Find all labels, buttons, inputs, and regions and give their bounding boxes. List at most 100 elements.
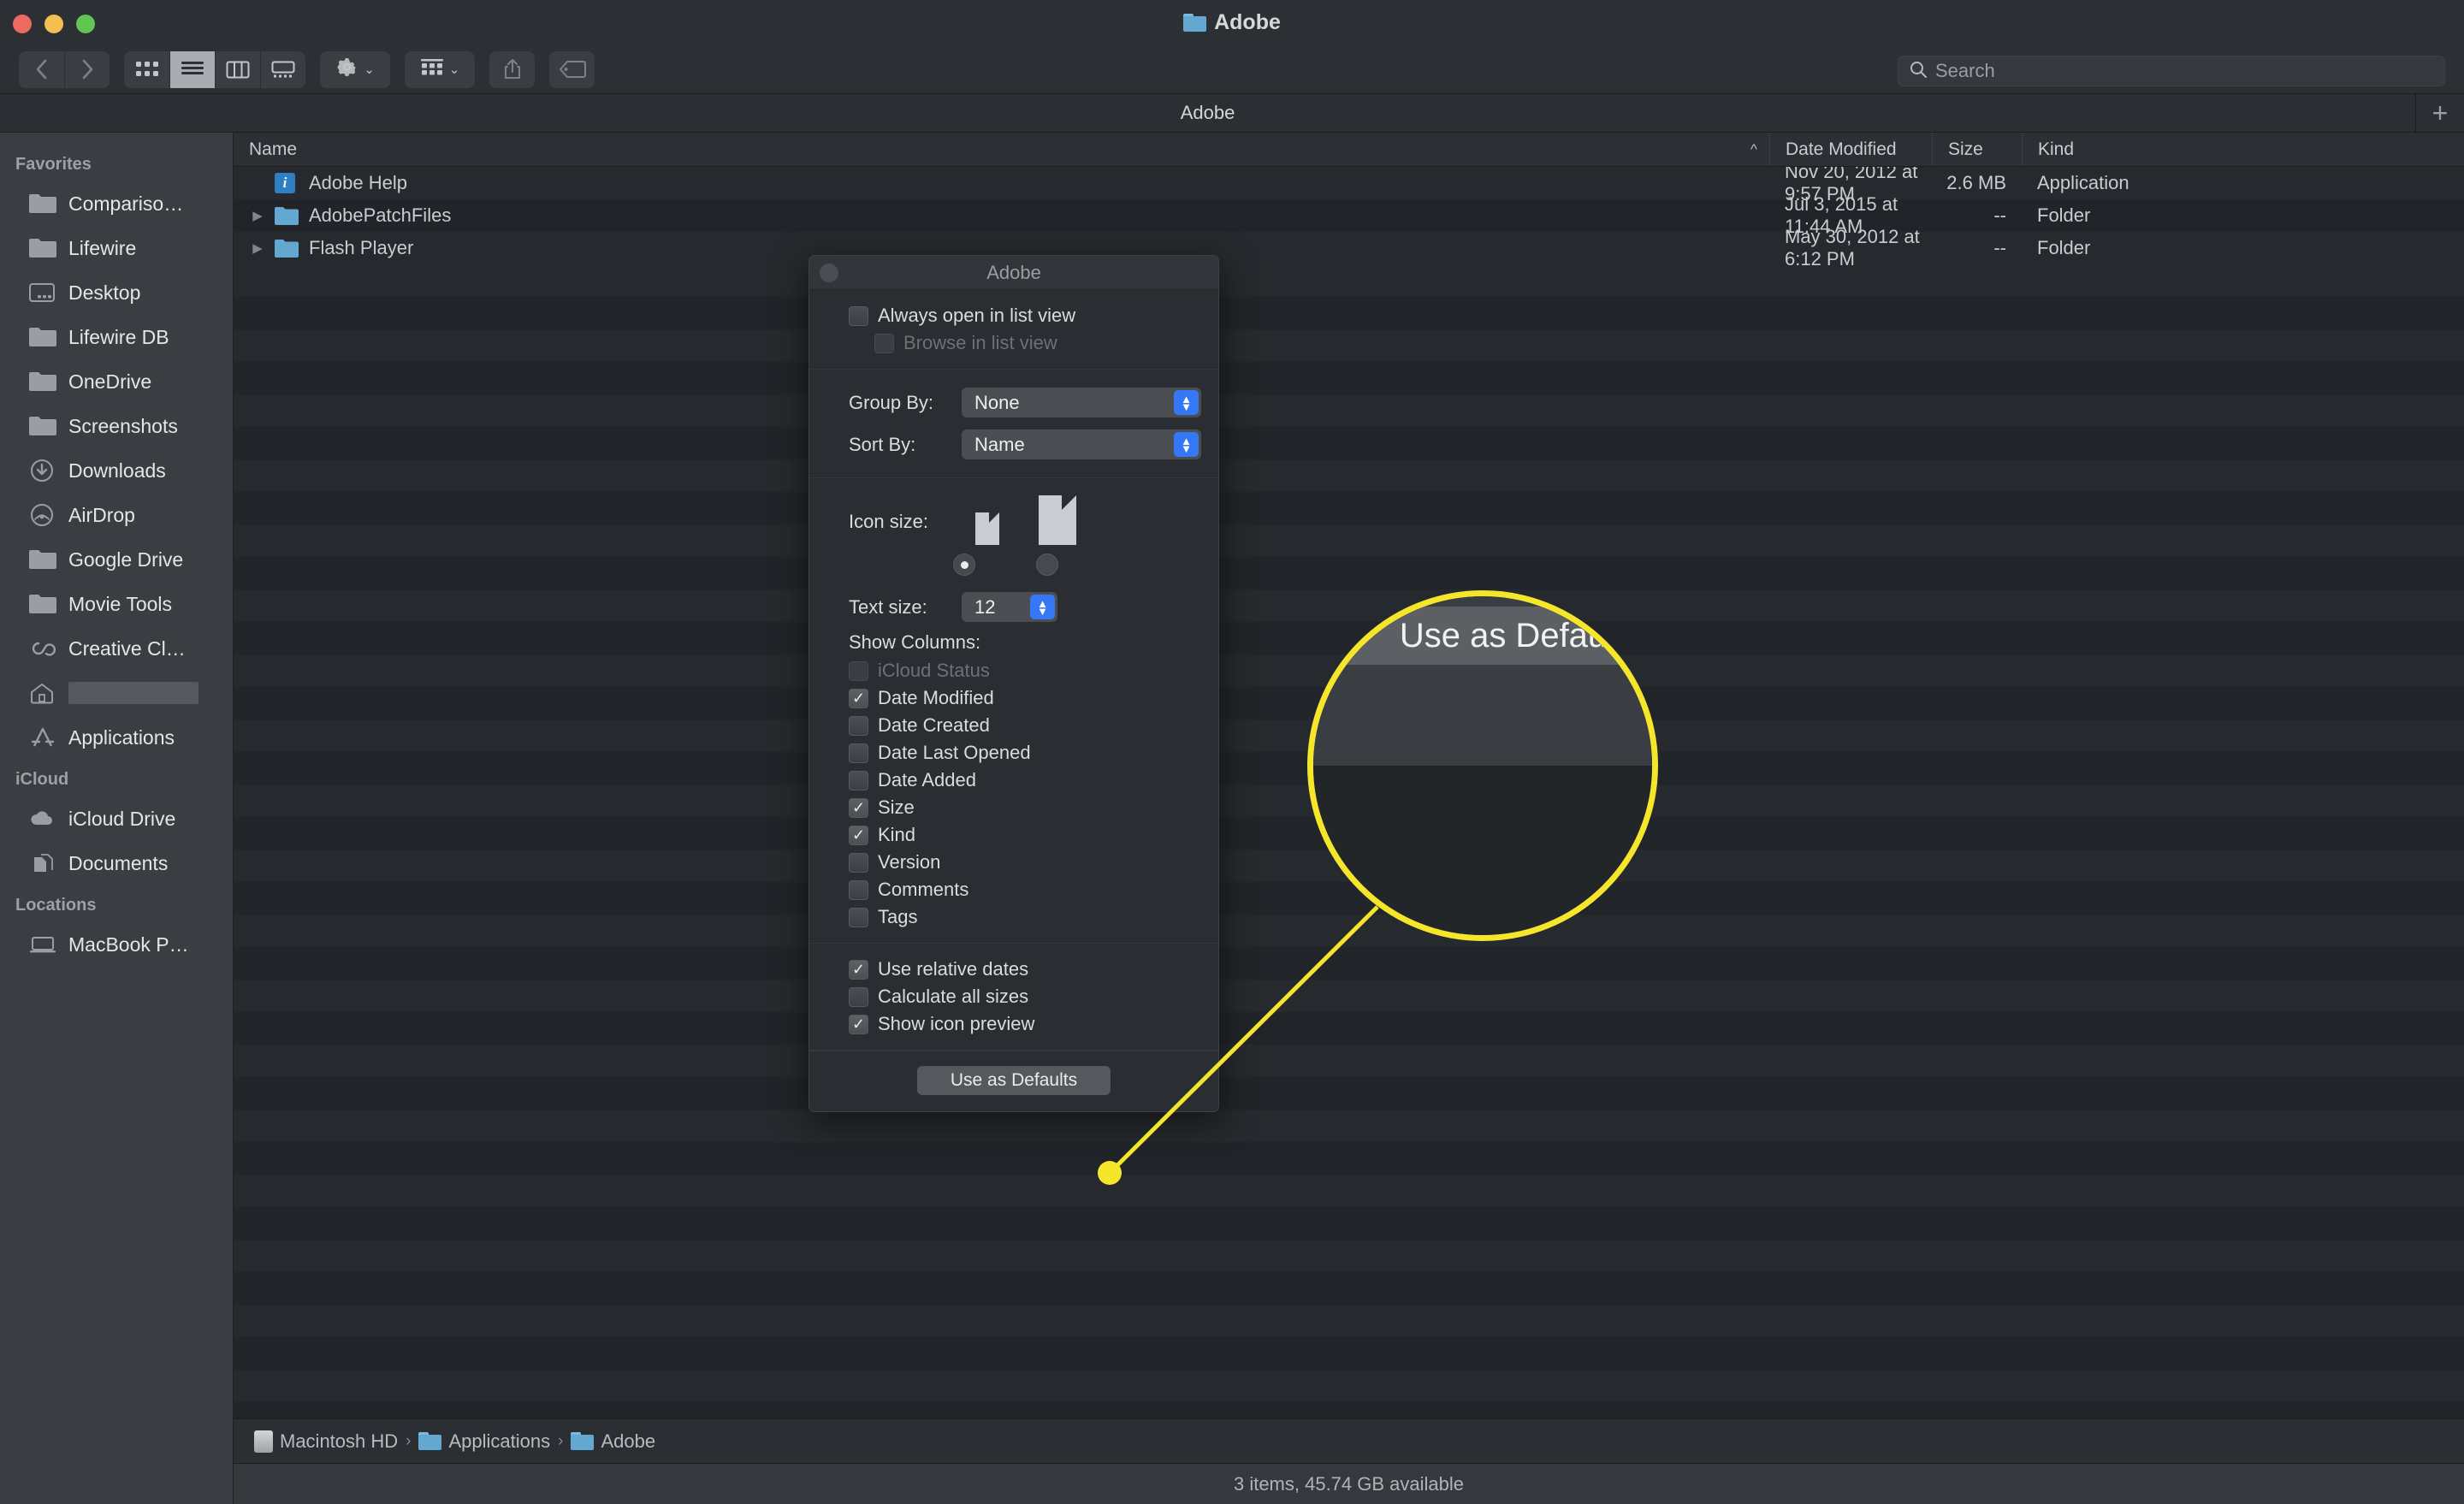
sidebar-item-airdrop[interactable]: AirDrop xyxy=(0,493,233,537)
sidebar-item-applications[interactable]: Applications xyxy=(0,715,233,760)
row-name-label: AdobePatchFiles xyxy=(309,204,452,226)
share-button[interactable] xyxy=(489,50,535,88)
group-items-button[interactable]: ⌄ xyxy=(405,50,475,88)
new-tab-button[interactable]: + xyxy=(2416,94,2464,132)
sidebar-item-home[interactable] xyxy=(0,671,233,715)
sidebar-item-movie-tools[interactable]: Movie Tools xyxy=(0,582,233,626)
sidebar-item-icloud-drive[interactable]: iCloud Drive xyxy=(0,796,233,841)
sidebar-item-label: Lifewire DB xyxy=(68,325,169,348)
breadcrumb-applications[interactable]: Applications xyxy=(418,1430,550,1453)
gear-icon xyxy=(335,56,358,83)
documents-icon xyxy=(28,851,57,875)
disclosure-triangle-icon[interactable]: ▶ xyxy=(249,208,266,223)
laptop-icon xyxy=(28,933,57,956)
sidebar-item-comparisons[interactable]: Compariso… xyxy=(0,181,233,226)
sidebar-item-label: Creative Cl… xyxy=(68,637,186,660)
sort-by-select[interactable]: Name ▲ ▼ xyxy=(962,429,1201,459)
row-name-cell: ▶ AdobePatchFiles xyxy=(234,204,1769,227)
large-icon-preview xyxy=(1039,495,1076,545)
sidebar-item-label: Compariso… xyxy=(68,192,184,215)
sidebar-item-screenshots[interactable]: Screenshots xyxy=(0,404,233,448)
checkbox-label: Kind xyxy=(878,824,916,845)
empty-row xyxy=(234,557,2464,589)
action-menu-button[interactable]: ⌄ xyxy=(320,50,390,88)
checkbox-date-added[interactable]: Date Added xyxy=(809,767,1218,794)
tab-adobe[interactable]: Adobe xyxy=(0,94,2416,132)
icon-size-radios xyxy=(809,554,1218,576)
breadcrumb-label: Macintosh HD xyxy=(280,1430,399,1452)
checkbox-label: Comments xyxy=(878,879,969,900)
checkbox-icon xyxy=(849,660,868,681)
text-size-select[interactable]: 12 ▲ ▼ xyxy=(962,592,1057,622)
folder-icon xyxy=(28,414,57,438)
radio-large-icon-size[interactable] xyxy=(1036,554,1058,576)
column-view-button[interactable] xyxy=(215,50,260,88)
tags-button[interactable] xyxy=(549,50,595,88)
sort-by-row: Sort By: Name ▲ ▼ xyxy=(809,423,1218,465)
back-button[interactable] xyxy=(19,50,64,88)
column-header-size[interactable]: Size xyxy=(1932,133,2022,166)
breadcrumb-macintosh-hd[interactable]: Macintosh HD xyxy=(254,1430,398,1453)
breadcrumb-adobe[interactable]: Adobe xyxy=(571,1430,655,1453)
search-input[interactable] xyxy=(1935,60,2434,82)
sidebar-item-lifewire-db[interactable]: Lifewire DB xyxy=(0,315,233,359)
checkbox-icon xyxy=(849,743,868,763)
checkbox-date-last-opened[interactable]: Date Last Opened xyxy=(809,739,1218,767)
icon-view-button[interactable] xyxy=(124,50,169,88)
search-field[interactable] xyxy=(1898,56,2445,86)
forward-button[interactable] xyxy=(64,50,110,88)
table-row[interactable]: ▶ AdobePatchFiles Jul 3, 2015 at 11:44 A… xyxy=(234,193,2464,237)
sidebar-item-documents[interactable]: Documents xyxy=(0,841,233,885)
info-app-icon: i xyxy=(275,173,300,193)
sidebar-item-google-drive[interactable]: Google Drive xyxy=(0,537,233,582)
breadcrumb-separator: › xyxy=(406,1431,412,1450)
checkbox-show-icon-preview[interactable]: ✓ Show icon preview xyxy=(809,1010,1218,1038)
column-header-date-modified[interactable]: Date Modified xyxy=(1769,133,1932,166)
column-header-name[interactable]: Name ^ xyxy=(234,133,1769,166)
checkbox-label: Date Modified xyxy=(878,687,994,708)
checkbox-use-relative-dates[interactable]: ✓ Use relative dates xyxy=(809,956,1218,983)
minimize-window-button[interactable] xyxy=(44,15,63,33)
group-items-icon xyxy=(420,58,444,81)
column-header-label: Kind xyxy=(2038,139,2075,159)
sidebar-item-downloads[interactable]: Downloads xyxy=(0,448,233,493)
radio-small-icon-size[interactable] xyxy=(953,554,975,576)
checkbox-tags[interactable]: Tags xyxy=(809,903,1218,931)
checkbox-size[interactable]: ✓ Size xyxy=(809,794,1218,821)
column-header-kind[interactable]: Kind xyxy=(2022,133,2464,166)
empty-row xyxy=(234,1240,2464,1272)
checkbox-date-modified[interactable]: ✓ Date Modified xyxy=(809,684,1218,712)
sort-by-label: Sort By: xyxy=(849,433,916,455)
checkbox-calculate-all-sizes[interactable]: Calculate all sizes xyxy=(809,983,1218,1010)
table-row[interactable]: i Adobe Help Nov 20, 2012 at 9:57 PM 2.6… xyxy=(234,167,2464,204)
group-by-select[interactable]: None ▲ ▼ xyxy=(962,388,1201,417)
table-row[interactable]: ▶ Flash Player May 30, 2012 at 6:12 PM -… xyxy=(234,226,2464,269)
chevron-updown-icon: ▲ ▼ xyxy=(1174,390,1199,415)
use-as-defaults-button[interactable]: Use as Defaults xyxy=(917,1066,1111,1095)
view-options-titlebar: Adobe xyxy=(809,256,1218,290)
checkbox-always-open-in-list-view[interactable]: Always open in list view xyxy=(809,302,1218,329)
checkbox-kind[interactable]: ✓ Kind xyxy=(809,821,1218,849)
zoom-window-button[interactable] xyxy=(76,15,95,33)
chevron-down-icon: ⌄ xyxy=(364,62,375,77)
magnified-use-as-defaults-button[interactable]: Use as Defaults xyxy=(1327,607,1652,665)
checkbox-label: Version xyxy=(878,851,941,873)
checkbox-icon: ✓ xyxy=(849,1014,868,1034)
checkbox-date-created[interactable]: Date Created xyxy=(809,712,1218,739)
close-window-button[interactable] xyxy=(13,15,32,33)
close-icon[interactable] xyxy=(820,263,838,282)
list-view-button[interactable] xyxy=(169,50,215,88)
checkbox-version[interactable]: Version xyxy=(809,849,1218,876)
gallery-view-button[interactable] xyxy=(260,50,305,88)
sidebar-item-creative-cloud[interactable]: Creative Cl… xyxy=(0,626,233,671)
chevron-updown-icon: ▲ ▼ xyxy=(1174,432,1199,457)
sidebar-item-lifewire[interactable]: Lifewire xyxy=(0,226,233,270)
sidebar-item-desktop[interactable]: Desktop xyxy=(0,270,233,315)
disclosure-triangle-icon[interactable]: ▶ xyxy=(249,240,266,256)
sidebar-item-onedrive[interactable]: OneDrive xyxy=(0,359,233,404)
chevron-updown-icon: ▲ ▼ xyxy=(1030,595,1055,619)
sidebar-item-macbook-pro[interactable]: MacBook P… xyxy=(0,922,233,967)
row-kind: Folder xyxy=(2037,204,2091,226)
checkbox-comments[interactable]: Comments xyxy=(809,876,1218,903)
checkbox-label: Date Created xyxy=(878,714,990,736)
